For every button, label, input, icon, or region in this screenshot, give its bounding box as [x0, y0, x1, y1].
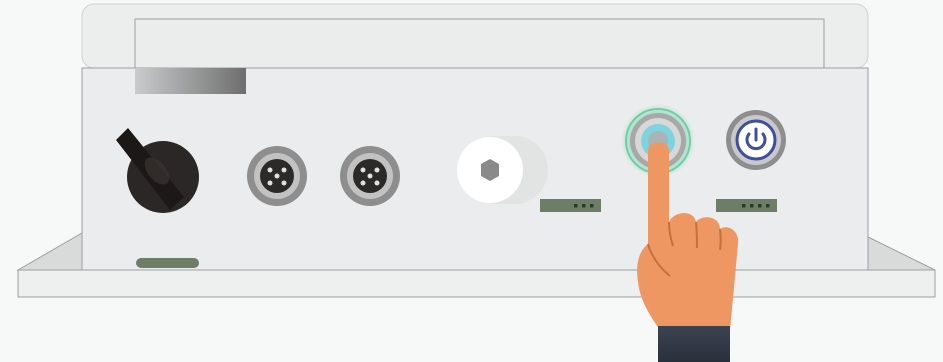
indicator-dot — [758, 204, 762, 208]
indicator-dot — [582, 204, 586, 208]
knob-label-plate — [136, 258, 199, 268]
power-button-label-plate — [716, 199, 777, 212]
power-button[interactable] — [726, 110, 786, 170]
cable-gland — [457, 136, 548, 204]
indicator-dot — [742, 204, 746, 208]
device-illustration — [0, 0, 943, 362]
sleeve-cuff — [658, 326, 730, 362]
indicator-dot — [574, 204, 578, 208]
connector-socket-2[interactable] — [340, 146, 400, 206]
device-lid — [81, 3, 869, 69]
indicator-dot — [766, 204, 770, 208]
nameplate — [135, 68, 246, 94]
connector-socket-1[interactable] — [247, 146, 307, 206]
indicator-dot — [750, 204, 754, 208]
green-button-label-plate — [540, 199, 601, 212]
indicator-dot — [590, 204, 594, 208]
